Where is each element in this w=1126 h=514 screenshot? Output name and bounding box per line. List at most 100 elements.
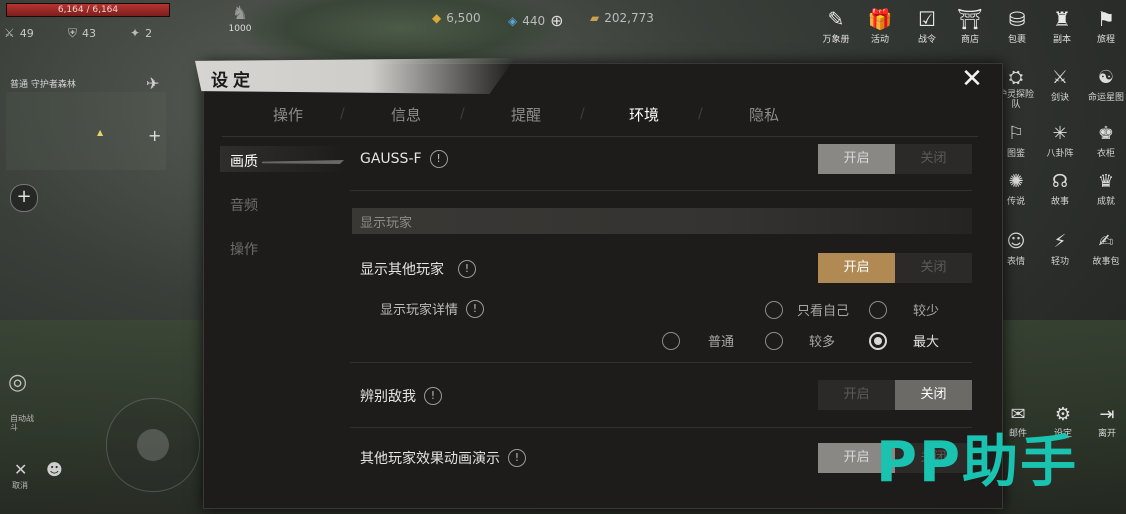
close-button[interactable]: ✕: [958, 64, 986, 94]
tab-operation[interactable]: 操作: [258, 102, 318, 128]
player-marker-icon: ▲: [97, 128, 104, 137]
menu-label: 商店: [960, 35, 979, 45]
radio-more[interactable]: 较多: [765, 331, 835, 350]
nav-audio[interactable]: 音频: [230, 195, 258, 215]
menu-label: 成就: [1096, 197, 1115, 207]
friend-foe-off-option[interactable]: 关闭: [895, 380, 972, 410]
friend-foe-on-option[interactable]: 开启: [818, 380, 895, 410]
help-icon[interactable]: !: [458, 260, 476, 278]
map-expand-icon[interactable]: +: [148, 126, 161, 145]
menu-label: 命运星图: [1087, 93, 1124, 103]
stat-attack: ⚔ 49: [4, 26, 34, 40]
gauss-toggle[interactable]: 开启 关闭: [818, 144, 972, 174]
friend-foe-row-label: 辨别敌我 !: [360, 386, 442, 406]
bagua-icon: ✳: [1052, 123, 1068, 144]
show-players-on-option[interactable]: 开启: [818, 253, 895, 283]
tab-info[interactable]: 信息: [376, 102, 436, 128]
menu-journey[interactable]: ⚑ 旅程: [1086, 6, 1126, 45]
add-gem-icon[interactable]: ⊕: [550, 11, 563, 30]
menu-label: 表情: [1006, 257, 1025, 267]
level-emblem[interactable]: ♞ 1000: [224, 4, 256, 38]
radio-label: 较少: [913, 304, 940, 319]
radio-dot: [869, 300, 887, 319]
gauss-on-option[interactable]: 开启: [818, 144, 895, 174]
menu-exit[interactable]: ⇥ 离开: [1087, 404, 1126, 439]
show-players-off-option[interactable]: 关闭: [895, 253, 972, 283]
sword-icon: ⚔: [4, 26, 15, 40]
tab-separator: /: [698, 106, 703, 122]
settings-icon: ⚙: [1054, 404, 1072, 425]
radio-dot-checked: [869, 331, 887, 350]
menu-bag[interactable]: ⛁ 包裹: [997, 6, 1037, 45]
menu-jianjue[interactable]: ⚔ 剑诀: [1040, 66, 1080, 103]
team-icon[interactable]: ☻: [46, 460, 63, 479]
gold-coin-icon: ◆: [432, 11, 442, 25]
radio-max[interactable]: 最大: [869, 331, 939, 350]
currency-gem-value: 440: [522, 13, 546, 28]
menu-lightness[interactable]: ⚡ 轻功: [1040, 230, 1080, 267]
menu-shop[interactable]: ⛩ 商店: [950, 6, 990, 45]
menu-storybook[interactable]: ✍ 故事包: [1086, 230, 1126, 267]
menu-fate[interactable]: ☯ 命运星图: [1086, 66, 1126, 103]
friend-foe-label: 辨别敌我: [360, 389, 416, 405]
tab-privacy[interactable]: 隐私: [734, 102, 794, 128]
currency-ingot-value: 202,773: [604, 11, 654, 25]
player-detail-label: 显示玩家详情: [380, 303, 459, 318]
emote-icon: ☺: [1006, 231, 1026, 252]
cancel-icon[interactable]: ✕: [14, 460, 27, 479]
menu-label: 战令: [917, 35, 936, 45]
menu-label: 活动: [870, 35, 889, 45]
menu-dungeon[interactable]: ♜ 副本: [1042, 6, 1082, 45]
help-icon[interactable]: !: [508, 449, 526, 467]
chart-icon: ⚐: [1007, 123, 1025, 144]
menu-activity[interactable]: 🎁 活动: [860, 6, 900, 45]
achievement-icon: ♛: [1097, 171, 1115, 192]
radio-self-only[interactable]: 只看自己: [765, 300, 849, 319]
shop-icon: ⛩: [957, 7, 983, 31]
watermark-logo: PP助手: [876, 430, 1079, 495]
radio-label: 最大: [913, 335, 940, 350]
radio-fewer[interactable]: 较少: [869, 300, 939, 319]
radio-dot: [765, 331, 783, 350]
stat-defense: ⛨ 43: [68, 26, 96, 41]
help-icon[interactable]: !: [466, 299, 485, 318]
section-band: [352, 208, 972, 234]
auto-path-icon[interactable]: ✈: [146, 74, 159, 93]
gauss-off-option[interactable]: 关闭: [895, 144, 972, 174]
menu-label: 包裹: [1007, 35, 1026, 45]
joystick-knob[interactable]: [137, 429, 169, 461]
close-icon: ✕: [961, 64, 983, 94]
stat-star-value: 2: [145, 26, 153, 40]
menu-battlepass[interactable]: ☑ 战令: [907, 6, 947, 45]
helmet-icon: ♜: [1053, 7, 1071, 31]
menu-achievement[interactable]: ♛ 成就: [1086, 170, 1126, 207]
add-button[interactable]: +: [10, 184, 38, 212]
nav-operation[interactable]: 操作: [230, 239, 258, 259]
friend-foe-toggle[interactable]: 开启 关闭: [818, 380, 972, 410]
menu-label: 传说: [1006, 197, 1025, 207]
menu-label: 故事包: [1092, 257, 1120, 267]
help-icon[interactable]: !: [429, 150, 448, 168]
menu-bagua[interactable]: ✳ 八卦阵: [1040, 122, 1080, 159]
menu-wanxiangce[interactable]: ✎ 万象册: [816, 6, 856, 45]
menu-wardrobe[interactable]: ♚ 衣柜: [1086, 122, 1126, 159]
radio-normal[interactable]: 普通: [662, 331, 734, 350]
tab-bar: 操作 / 信息 / 提醒 / 环境 / 隐私: [228, 102, 978, 130]
auto-battle-label: 自动战斗: [10, 414, 34, 432]
radar-icon[interactable]: ◎: [8, 370, 27, 395]
joystick[interactable]: [106, 398, 200, 492]
nav-graphics[interactable]: 画质: [230, 151, 258, 171]
help-icon[interactable]: !: [424, 387, 442, 405]
menu-story[interactable]: ☊ 故事: [1040, 170, 1080, 207]
exit-icon: ⇥: [1099, 404, 1115, 425]
tab-separator: /: [580, 106, 585, 122]
minimap[interactable]: [6, 92, 166, 170]
show-players-toggle[interactable]: 开启 关闭: [818, 253, 972, 283]
menu-label: 剑诀: [1050, 93, 1069, 103]
currency-gold: ◆ 6,500: [432, 11, 481, 25]
stat-attack-value: 49: [19, 26, 34, 40]
tab-separator: /: [340, 106, 345, 122]
tab-reminder[interactable]: 提醒: [496, 102, 556, 128]
tab-environment[interactable]: 环境: [614, 102, 674, 128]
stat-star: ✦ 2: [130, 26, 152, 40]
